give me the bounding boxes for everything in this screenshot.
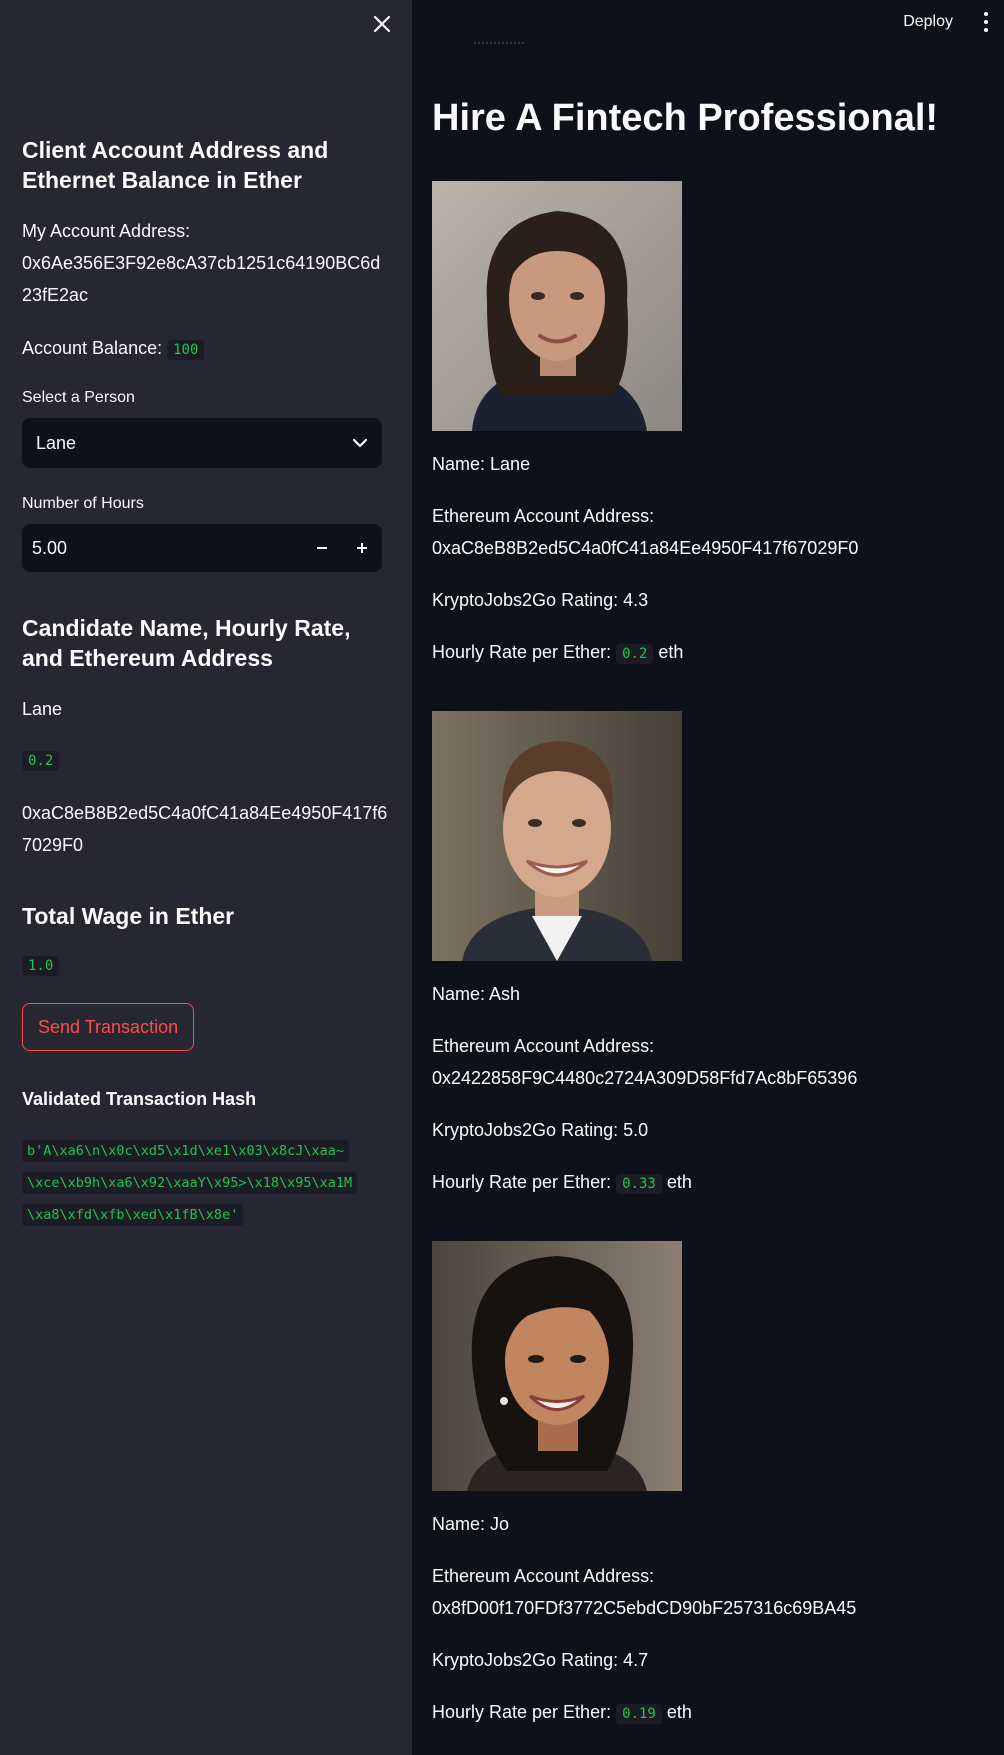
my-account-address-line1: 0x6Ae356E3F92e8cA37cb1251c64190BC6d [22,253,381,273]
candidate-address: 0x2422858F9C4480c2724A309D58Ffd7Ac8bF653… [432,1068,858,1088]
rate-unit: eth [666,1702,692,1722]
candidate-photo-jo [432,1241,682,1491]
minus-icon [317,547,327,549]
hash-title: Validated Transaction Hash [22,1089,257,1109]
select-person-dropdown[interactable]: Lane [22,418,382,468]
plus-icon [357,543,367,553]
candidate-name: Lane [22,699,63,719]
close-sidebar-button[interactable] [369,10,395,38]
my-account-address-line2: 23fE2ac [22,285,89,305]
hours-input[interactable]: 5.00 [22,538,302,559]
sidebar: Client Account Address and Ethernet Bala… [0,0,412,1755]
hash-line-2: \xce\xb9h\xa6\x92\xaaY\x95>\x18\x95\xa1M [22,1172,358,1194]
name-prefix: Name: [432,454,486,474]
rating-value: 4.3 [623,590,649,610]
candidate-address: 0xaC8eB8B2ed5C4a0fC41a84Ee4950F417f67029… [432,538,859,558]
hash-line-3: \xa8\xfd\xfb\xed\x1fB\x8e' [22,1204,244,1226]
header-decoration [474,42,524,48]
candidate-rating: KryptoJobs2Go Rating: 4.3 [432,584,648,616]
hash-line-1: b'A\xa6\n\x0c\xd5\x1d\xe1\x03\x8cJ\xaa~ [22,1140,349,1162]
name-prefix: Name: [432,1514,486,1534]
candidate-photo-lane [432,181,682,431]
kebab-menu-icon[interactable] [980,12,992,32]
address-label: Ethereum Account Address: [432,1036,655,1056]
page-title: Hire A Fintech Professional! [432,97,939,139]
candidate-section-title: Candidate Name, Hourly Rate, and Ethereu… [22,615,351,671]
candidate-name-text: Name: Jo [432,1508,509,1540]
candidate-rate: Hourly Rate per Ether: 0.33 eth [432,1166,692,1200]
candidate-rate: Hourly Rate per Ether: 0.2 eth [432,636,683,670]
main-content: Deploy Hire A Fintech Professional! Name… [412,0,1004,1755]
total-wage-title: Total Wage in Ether [22,903,235,929]
candidate-address-line1: 0xaC8eB8B2ed5C4a0fC41a84Ee4950F417f6 [22,803,388,823]
close-icon [373,15,391,33]
candidate-rate: Hourly Rate per Ether: 0.19 eth [432,1696,692,1730]
rate-value: 0.19 [616,1704,662,1724]
rating-prefix: KryptoJobs2Go Rating: [432,590,619,610]
send-transaction-button[interactable]: Send Transaction [22,1003,195,1051]
rate-unit: eth [666,1172,692,1192]
rate-label: Hourly Rate per Ether: [432,1172,612,1192]
decrement-button[interactable] [302,524,342,572]
candidate-name-text: Name: Ash [432,978,520,1010]
account-balance-label: Account Balance: [22,338,163,358]
select-person-value: Lane [36,432,77,453]
candidate-rating: KryptoJobs2Go Rating: 4.7 [432,1644,648,1676]
account-balance: Account Balance: 100 [22,332,205,366]
candidate-name-value: Jo [490,1514,510,1534]
increment-button[interactable] [342,524,382,572]
rate-value: 0.2 [616,644,654,664]
rating-value: 4.7 [623,1650,649,1670]
transaction-hash: b'A\xa6\n\x0c\xd5\x1d\xe1\x03\x8cJ\xaa~ … [22,1135,382,1231]
candidate-name-value: Lane [490,454,531,474]
candidate-rate: 0.2 [22,751,60,771]
rate-unit: eth [658,642,684,662]
address-label: Ethereum Account Address: [432,1566,655,1586]
candidate-address: 0x8fD00f170FDf3772C5ebdCD90bF257316c69BA… [432,1598,857,1618]
candidate-photo-ash [432,711,682,961]
hours-stepper: 5.00 [22,524,382,572]
candidate-name-text: Name: Lane [432,448,530,480]
candidate-rating: KryptoJobs2Go Rating: 5.0 [432,1114,648,1146]
candidate-address-line2: 7029F0 [22,835,84,855]
candidate-name-value: Ash [489,984,521,1004]
chevron-down-icon [352,438,368,448]
my-account-label: My Account Address: [22,221,191,241]
address-label: Ethereum Account Address: [432,506,655,526]
total-wage-value: 1.0 [22,956,60,976]
hours-label: Number of Hours [22,495,144,512]
rate-label: Hourly Rate per Ether: [432,1702,612,1722]
rate-label: Hourly Rate per Ether: [432,642,612,662]
account-section-title: Client Account Address and Ethernet Bala… [22,137,329,193]
rate-value: 0.33 [616,1174,662,1194]
rating-prefix: KryptoJobs2Go Rating: [432,1650,619,1670]
rating-value: 5.0 [623,1120,649,1140]
select-person-label: Select a Person [22,389,135,406]
deploy-button[interactable]: Deploy [903,11,953,33]
name-prefix: Name: [432,984,486,1004]
rating-prefix: KryptoJobs2Go Rating: [432,1120,619,1140]
account-balance-value: 100 [167,340,205,360]
